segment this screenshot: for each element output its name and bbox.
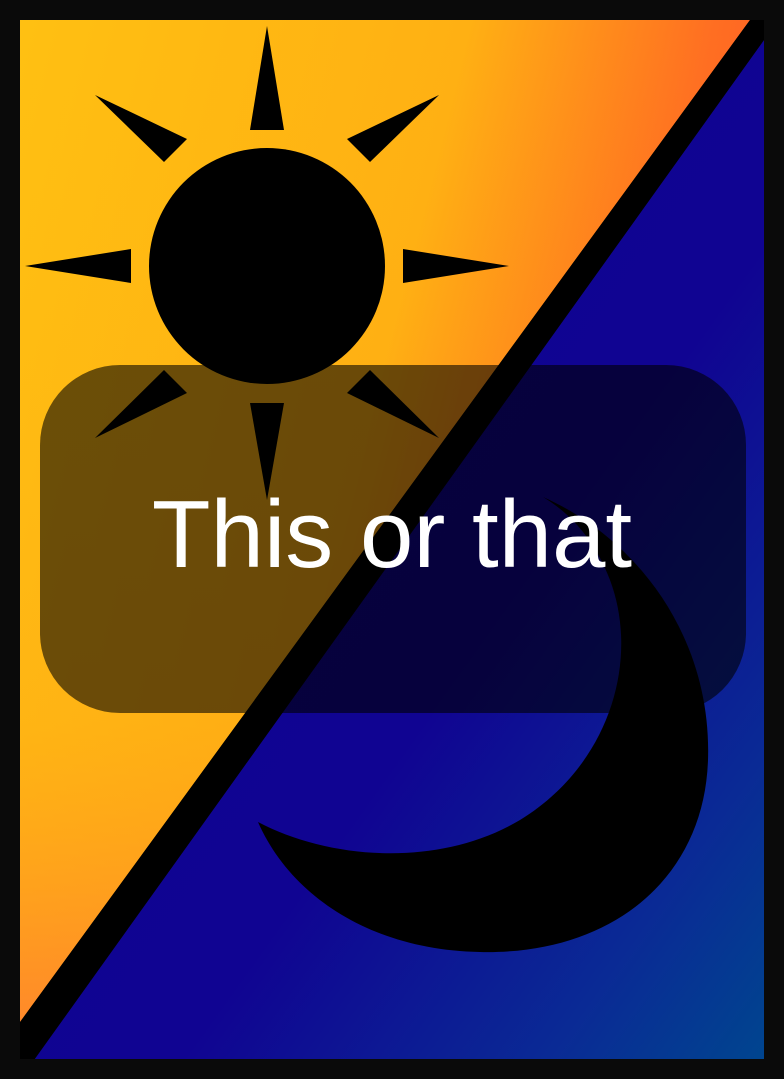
this-or-that-card: This or that	[0, 0, 784, 1079]
card-title: This or that	[151, 481, 633, 588]
